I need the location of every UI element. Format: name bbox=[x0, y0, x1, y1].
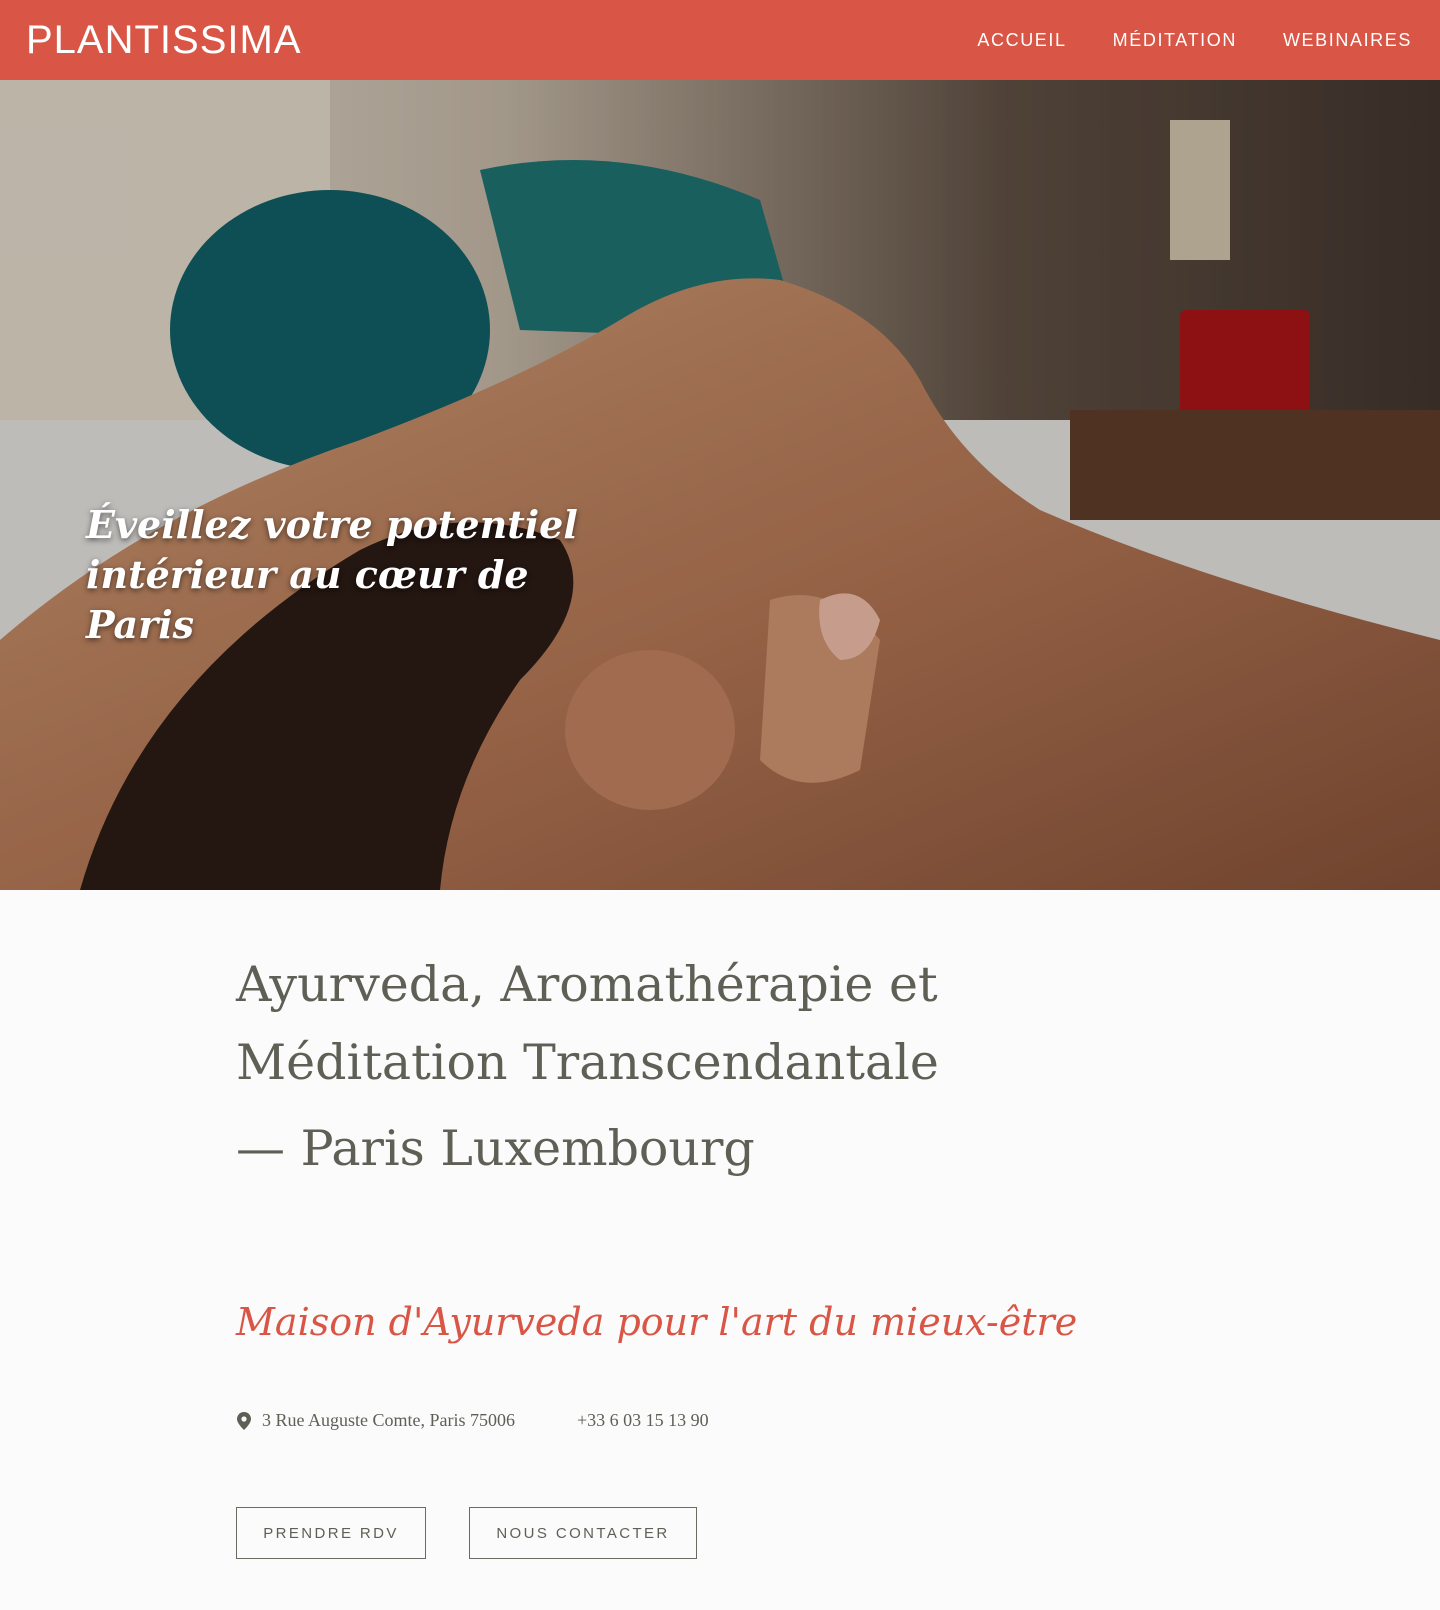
contact-button[interactable]: NOUS CONTACTER bbox=[469, 1507, 697, 1559]
tagline: Maison d'Ayurveda pour l'art du mieux-êt… bbox=[236, 1300, 1078, 1344]
location-pin-icon bbox=[237, 1411, 251, 1430]
hero-title: Éveillez votre potentiel intérieur au cœ… bbox=[86, 502, 578, 647]
address-text: 3 Rue Auguste Comte, Paris 75006 bbox=[262, 1410, 515, 1430]
page-heading: Ayurveda, Aromathérapie et Méditation Tr… bbox=[236, 956, 939, 1091]
cta-buttons: PRENDRE RDV NOUS CONTACTER bbox=[236, 1507, 1216, 1559]
nav-webinaires[interactable]: WEBINAIRES bbox=[1283, 30, 1412, 51]
page-subheading: — Paris Luxembourg bbox=[236, 1120, 755, 1177]
site-logo[interactable]: PLANTISSIMA bbox=[26, 20, 302, 60]
site-header: PLANTISSIMA ACCUEIL MÉDITATION WEBINAIRE… bbox=[0, 0, 1440, 80]
contact-info: 3 Rue Auguste Comte, Paris 75006 +33 6 0… bbox=[236, 1410, 1216, 1431]
nav-accueil[interactable]: ACCUEIL bbox=[977, 30, 1066, 51]
hero-overlay bbox=[0, 80, 1440, 890]
hero-banner: Éveillez votre potentiel intérieur au cœ… bbox=[0, 80, 1440, 890]
book-appointment-button[interactable]: PRENDRE RDV bbox=[236, 1507, 426, 1559]
main-nav: ACCUEIL MÉDITATION WEBINAIRES bbox=[931, 30, 1412, 51]
main-content: Ayurveda, Aromathérapie et Méditation Tr… bbox=[236, 890, 1216, 1559]
phone-link[interactable]: +33 6 03 15 13 90 bbox=[577, 1410, 709, 1431]
nav-meditation[interactable]: MÉDITATION bbox=[1113, 30, 1237, 51]
